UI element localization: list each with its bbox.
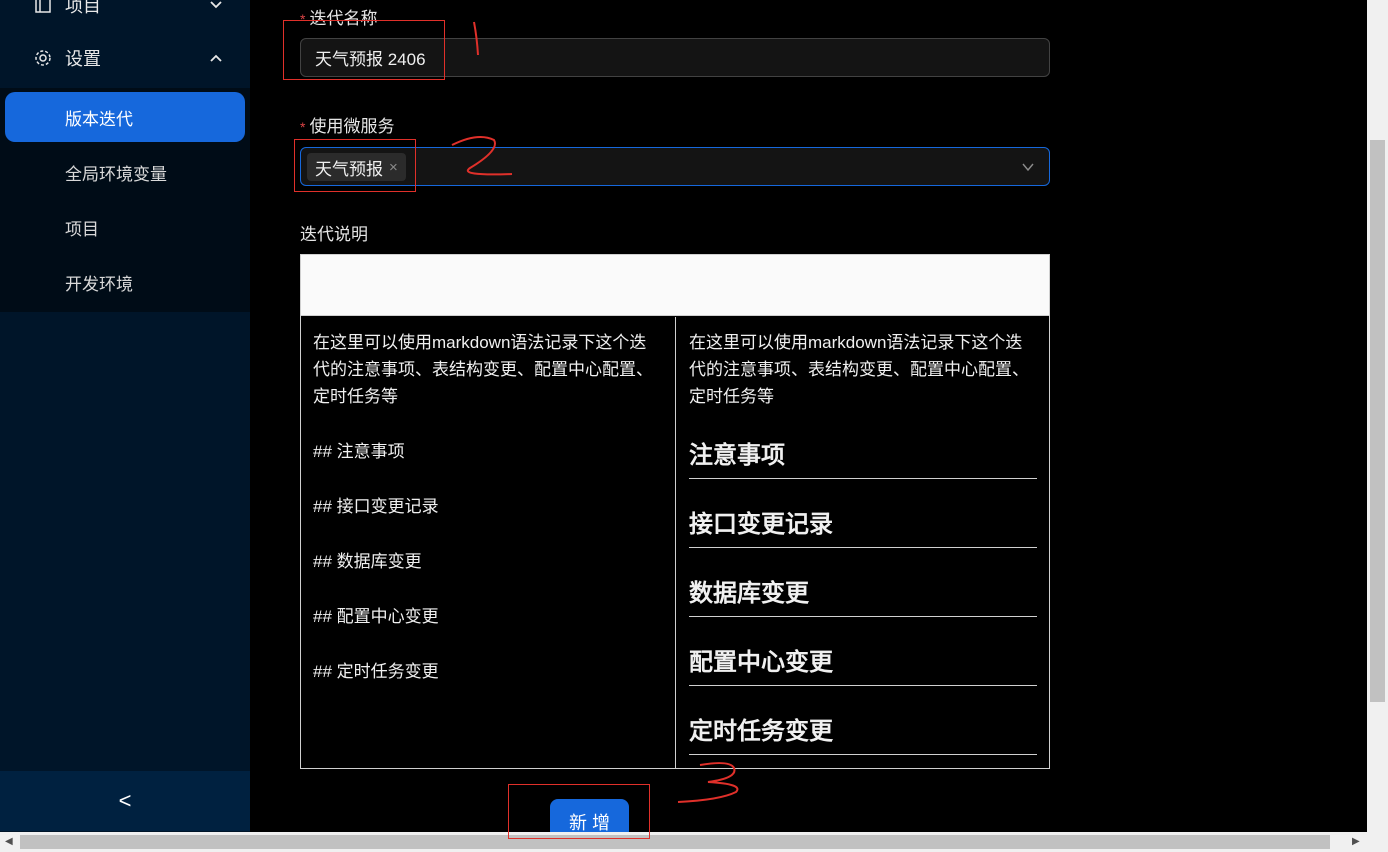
markdown-editor: 在这里可以使用markdown语法记录下这个迭代的注意事项、表结构变更、配置中心… — [300, 254, 1050, 769]
sidebar-item-version-iteration[interactable]: 版本迭代 — [5, 92, 245, 142]
source-line: ## 注意事项 — [313, 442, 405, 461]
horizontal-scroll-thumb[interactable] — [20, 835, 1330, 849]
source-line: ## 数据库变更 — [313, 552, 422, 571]
chevron-up-icon — [210, 54, 222, 62]
annotation-box-1 — [283, 20, 445, 80]
preview-heading: 数据库变更 — [689, 578, 1037, 617]
menu-item-project[interactable]: 项目 — [0, 0, 250, 30]
source-line: ## 定时任务变更 — [313, 662, 439, 681]
sidebar: 项目 设置 版本迭代 全局环境变量 项目 开发环境 < — [0, 0, 250, 852]
description-label: 迭代说明 — [300, 225, 368, 244]
editor-toolbar — [301, 255, 1049, 316]
scroll-right-icon[interactable]: ▶ — [1352, 836, 1360, 847]
sidebar-item-dev-env[interactable]: 开发环境 — [0, 258, 250, 306]
scroll-left-icon[interactable]: ◀ — [5, 836, 13, 847]
vertical-scrollbar[interactable] — [1367, 0, 1388, 832]
menu-item-settings-label: 设置 — [65, 49, 101, 69]
project-icon — [34, 0, 52, 14]
sidebar-item-label: 全局环境变量 — [65, 164, 167, 184]
required-mark: * — [300, 119, 306, 135]
preview-heading: 配置中心变更 — [689, 647, 1037, 686]
microservices-label-text: 使用微服务 — [309, 117, 395, 136]
preview-heading: 注意事项 — [689, 440, 1037, 479]
chevron-down-icon[interactable] — [1021, 160, 1035, 174]
sidebar-item-label: 项目 — [65, 219, 99, 239]
microservices-label: * 使用微服务 — [300, 112, 394, 137]
source-intro: 在这里可以使用markdown语法记录下这个迭代的注意事项、表结构变更、配置中心… — [313, 333, 653, 406]
source-line: ## 配置中心变更 — [313, 607, 439, 626]
chevron-left-icon: < — [118, 788, 132, 813]
annotation-box-2 — [294, 139, 416, 192]
preview-heading: 接口变更记录 — [689, 509, 1037, 548]
sidebar-item-global-env[interactable]: 全局环境变量 — [0, 148, 250, 196]
sidebar-item-projects[interactable]: 项目 — [0, 203, 250, 251]
sidebar-item-label: 版本迭代 — [65, 109, 133, 129]
vertical-scroll-thumb[interactable] — [1370, 140, 1385, 702]
chevron-down-icon — [210, 1, 222, 9]
horizontal-scrollbar[interactable]: ◀ ▶ — [0, 832, 1388, 852]
source-line: ## 接口变更记录 — [313, 497, 439, 516]
markdown-preview-pane: 在这里可以使用markdown语法记录下这个迭代的注意事项、表结构变更、配置中心… — [677, 317, 1049, 768]
sidebar-collapse-button[interactable]: < — [0, 771, 250, 831]
sidebar-item-label: 开发环境 — [65, 274, 133, 294]
markdown-source-pane[interactable]: 在这里可以使用markdown语法记录下这个迭代的注意事项、表结构变更、配置中心… — [301, 317, 676, 768]
preview-intro: 在这里可以使用markdown语法记录下这个迭代的注意事项、表结构变更、配置中心… — [689, 333, 1029, 406]
annotation-box-3 — [508, 784, 650, 839]
menu-item-settings[interactable]: 设置 — [0, 33, 250, 83]
preview-heading: 定时任务变更 — [689, 716, 1037, 755]
gear-icon — [34, 49, 52, 67]
menu-item-project-label: 项目 — [65, 0, 101, 16]
